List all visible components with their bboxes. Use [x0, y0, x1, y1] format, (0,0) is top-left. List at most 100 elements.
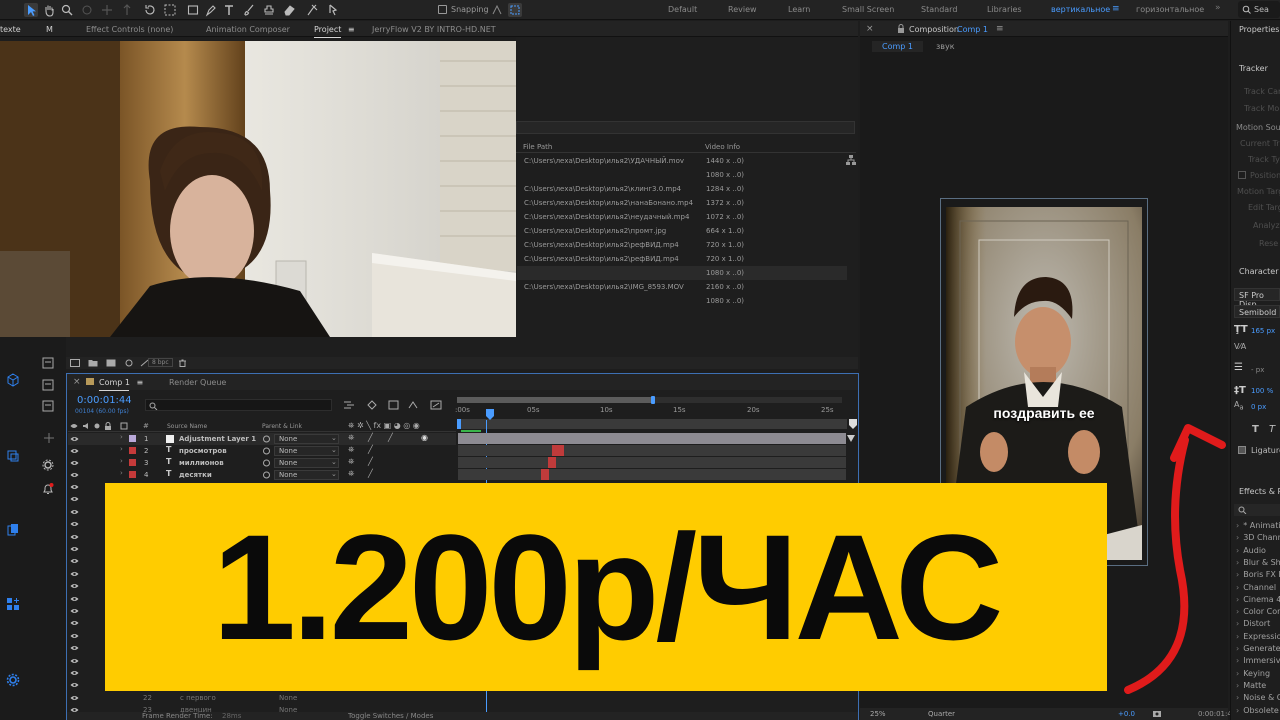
shy-layers-icon[interactable]: [388, 400, 400, 410]
out-point-marker[interactable]: [849, 419, 857, 429]
layer-name[interactable]: Adjustment Layer 1: [179, 435, 256, 443]
pan-tool-icon[interactable]: [100, 3, 114, 17]
pen-tool-icon[interactable]: [204, 3, 218, 17]
layer-visibility-eye-icon[interactable]: [70, 582, 79, 592]
layers-icon[interactable]: [6, 449, 20, 463]
bit-depth-button[interactable]: 8 bpc: [148, 358, 173, 367]
layer-visibility-eye-icon[interactable]: [70, 520, 79, 530]
timeline-layer-row[interactable]: › 4 Tдесятки None ⌄ ⛯ ╱: [68, 469, 456, 481]
rectangle-tool-icon[interactable]: [186, 3, 200, 17]
roto-brush-tool-icon[interactable]: [305, 3, 319, 17]
edit-target-button[interactable]: Edit Targ: [1248, 203, 1280, 212]
layer-quality-switch[interactable]: ╱: [368, 457, 373, 466]
adjustment-switch[interactable]: ╱: [388, 433, 393, 442]
zoom-tool-icon[interactable]: [60, 3, 74, 17]
layer-22-name[interactable]: с первого: [180, 694, 216, 702]
layer-visibility-eye-icon[interactable]: [70, 459, 79, 467]
layer-visibility-eye-icon[interactable]: [70, 447, 79, 455]
pickwhip-icon[interactable]: [262, 471, 271, 479]
puppet-tool-icon[interactable]: [326, 3, 340, 17]
tab-project[interactable]: Project ≡: [314, 25, 355, 38]
faux-italic-button[interactable]: T: [1269, 424, 1275, 435]
tab-jerryflow[interactable]: JerryFlow V2 BY INTRO-HD.NET: [372, 25, 496, 34]
new-folder-icon[interactable]: [88, 359, 98, 367]
comp-current-time[interactable]: 0:00:01:4: [1198, 710, 1232, 718]
rotation-tool-icon[interactable]: [143, 3, 157, 17]
pickwhip-icon[interactable]: [262, 435, 271, 443]
timeline-layer-row[interactable]: › 1 Adjustment Layer 1 None ⌄ ⛯ ╱ ╱ ◉: [68, 433, 456, 445]
layer-switches[interactable]: ⛯: [348, 433, 354, 443]
track-bar-layer-4[interactable]: [541, 469, 549, 480]
snap-options-icon[interactable]: [490, 3, 504, 17]
project-file-row[interactable]: C:\Users\леха\Desktop\илья2\УДАЧНЫЙ.mov 1…: [517, 154, 847, 168]
col-parent-link[interactable]: Parent & Link: [262, 423, 302, 430]
col-source-name[interactable]: Source Name: [167, 423, 207, 430]
adjust-settings-icon[interactable]: [124, 359, 134, 367]
effects-category-item[interactable]: Obsolete: [1236, 706, 1279, 715]
exposure-value[interactable]: +0.0: [1118, 710, 1135, 718]
comp-panel-name[interactable]: Comp 1: [957, 25, 988, 34]
libraries-icon[interactable]: [6, 523, 20, 537]
project-file-row[interactable]: C:\Users\леха\Desktop\илья2\нанаБонано.m…: [517, 196, 847, 210]
layer-label-color[interactable]: [129, 459, 136, 466]
layer-switches[interactable]: ⛯: [348, 469, 354, 479]
layer-label-color[interactable]: [129, 435, 136, 442]
project-file-row[interactable]: C:\Users\леха\Desktop\илья2\рефВИД.mp4 72…: [517, 238, 847, 252]
timeline-layer-row[interactable]: › 3 Tмиллионов None ⌄ ⛯ ╱: [68, 457, 456, 469]
layer-visibility-eye-icon[interactable]: [70, 570, 79, 580]
layer-label-color[interactable]: [129, 471, 136, 478]
resolution-dropdown[interactable]: Quarter: [928, 710, 955, 718]
frame-blending-icon[interactable]: [408, 400, 420, 410]
dolly-tool-icon[interactable]: [120, 3, 134, 17]
draft-3d-icon[interactable]: [366, 400, 378, 410]
track-bar-layer-2[interactable]: [552, 445, 564, 456]
track-bar-layer-3[interactable]: [548, 457, 556, 468]
subtab-comp-1[interactable]: Comp 1: [872, 41, 923, 52]
comp-mini-flowchart-icon[interactable]: [343, 400, 355, 410]
layer-expand-chevron-icon[interactable]: ›: [120, 457, 123, 465]
project-file-row[interactable]: C:\Users\леха\Desktop\илья2\неудачный.mp…: [517, 210, 847, 224]
eraser-tool-icon[interactable]: [282, 3, 296, 17]
layer-22-parent[interactable]: None: [279, 694, 297, 702]
layer-quality-switch[interactable]: ╱: [368, 469, 373, 478]
analyze-button[interactable]: Analyz: [1253, 221, 1280, 230]
flowchart-icon[interactable]: [846, 155, 856, 165]
layer-visibility-eye-icon[interactable]: [70, 607, 79, 617]
layer-visibility-eye-icon[interactable]: [70, 632, 79, 642]
time-ruler[interactable]: :00s 05s 10s 15s 20s 25s: [455, 396, 857, 432]
layer-visibility-eye-icon[interactable]: [70, 495, 79, 505]
layer-expand-chevron-icon[interactable]: ›: [120, 433, 123, 441]
workspace-menu-icon[interactable]: ≡: [1112, 4, 1120, 14]
cube-icon[interactable]: [6, 373, 20, 387]
tab-comp-1[interactable]: Comp 1 ≡: [99, 378, 143, 391]
project-file-row[interactable]: 1080 x ..0): [517, 294, 847, 308]
layer-visibility-eye-icon[interactable]: [70, 483, 79, 493]
new-composition-icon[interactable]: [106, 359, 116, 367]
layer-visibility-eye-icon[interactable]: [70, 533, 79, 543]
leading-value[interactable]: - px: [1251, 366, 1264, 374]
pickwhip-icon[interactable]: [262, 447, 271, 455]
parent-dropdown[interactable]: None ⌄: [274, 434, 339, 444]
layer-visibility-eye-icon[interactable]: [70, 681, 79, 691]
baseline-value[interactable]: 0 px: [1251, 403, 1266, 411]
toggle-switches-modes[interactable]: Toggle Switches / Modes: [348, 712, 433, 720]
interpret-footage-icon[interactable]: [70, 359, 80, 367]
selection-tool-icon[interactable]: [24, 3, 38, 17]
parent-dropdown[interactable]: None ⌄: [274, 470, 339, 480]
adjustment-layer-switch[interactable]: ◉: [421, 433, 428, 442]
type-tool-icon[interactable]: [222, 3, 236, 17]
preferences-gear-icon[interactable]: [6, 673, 20, 687]
parent-dropdown[interactable]: None ⌄: [274, 446, 339, 456]
workspace-horizontal[interactable]: горизонтальное: [1136, 5, 1204, 14]
project-file-row[interactable]: C:\Users\леха\Desktop\илья2\промт.jpg 664…: [517, 224, 847, 238]
workspace-learn[interactable]: Learn: [788, 5, 810, 14]
layer-name[interactable]: десятки: [179, 471, 212, 479]
project-file-row[interactable]: 1080 x ..0): [517, 266, 847, 280]
layer-visibility-eye-icon[interactable]: [70, 644, 79, 654]
work-area-end-handle[interactable]: [651, 396, 655, 404]
workspace-libraries[interactable]: Libraries: [987, 5, 1022, 14]
tab-animation-composer[interactable]: Animation Composer: [206, 25, 290, 34]
layer-visibility-eye-icon[interactable]: [70, 619, 79, 629]
layer-visibility-eye-icon[interactable]: [70, 471, 79, 479]
add-icon[interactable]: [43, 432, 55, 444]
